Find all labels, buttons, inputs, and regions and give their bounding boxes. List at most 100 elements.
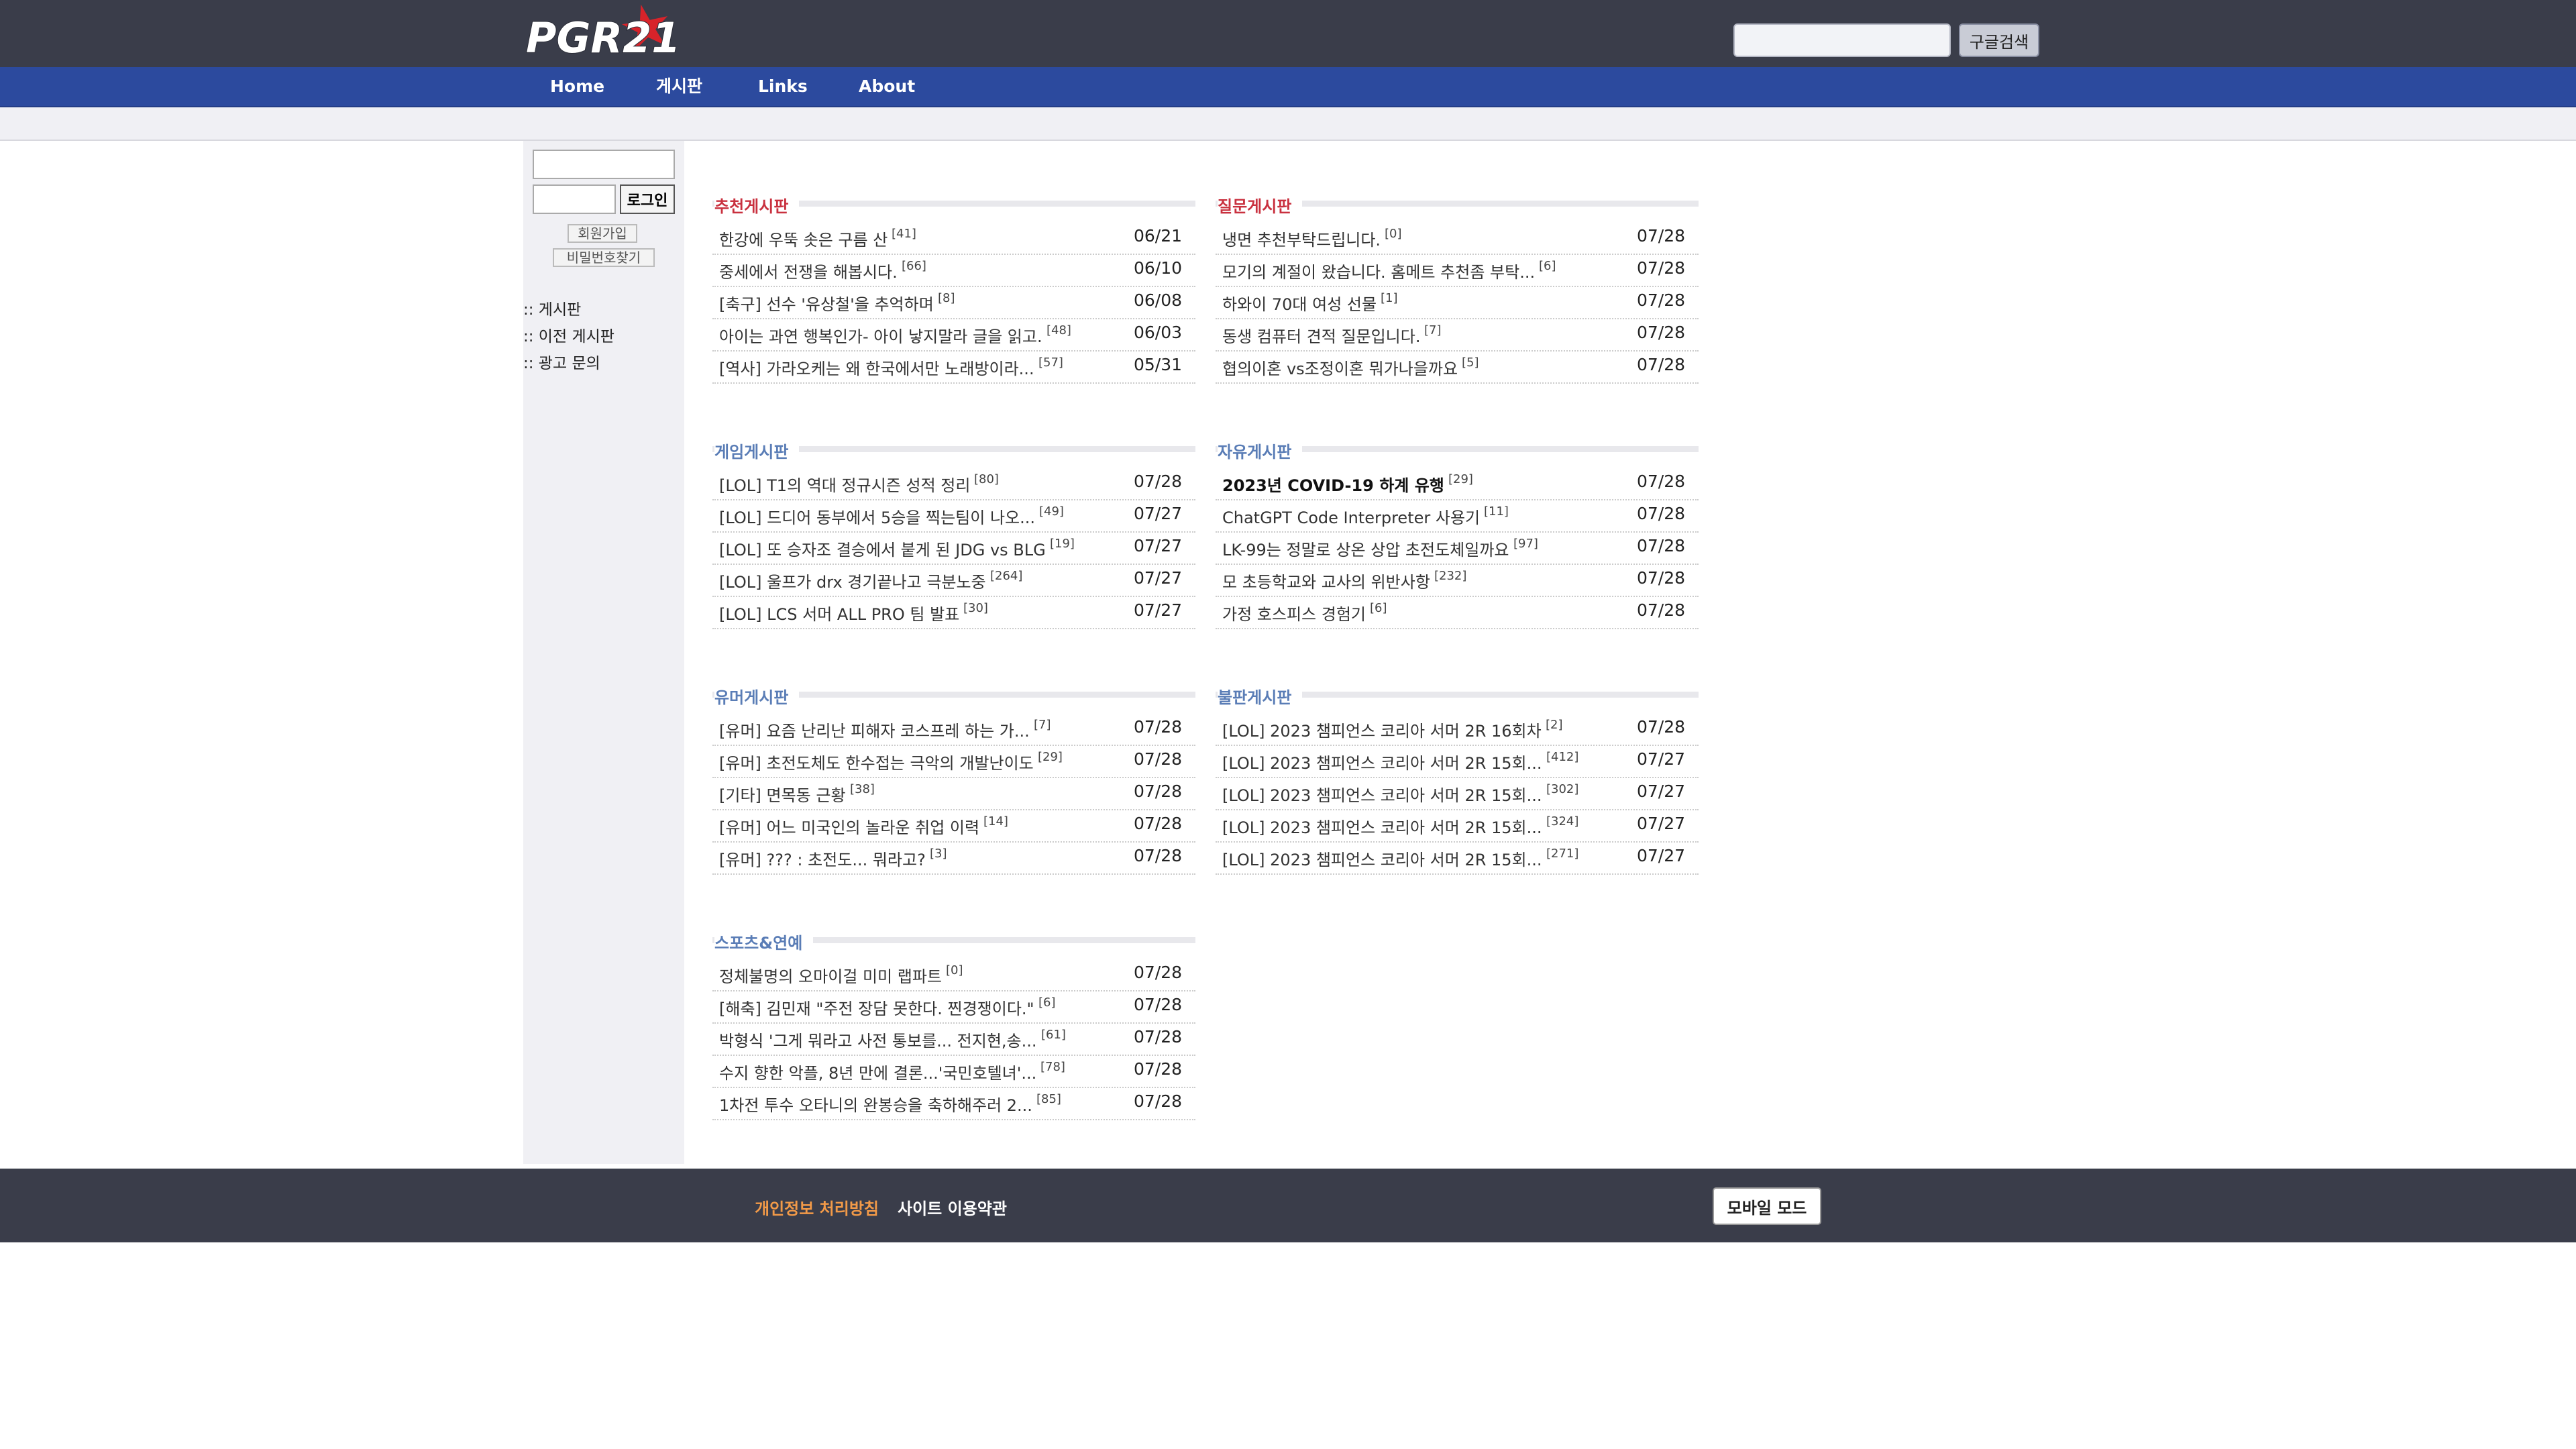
nav-item-about[interactable]: About — [859, 74, 915, 99]
post-row[interactable]: [유머] 초전도체도 한수접는 극악의 개발난이도 [29] 07/28 — [712, 746, 1195, 778]
login-button[interactable]: 로그인 — [620, 184, 675, 214]
post-row[interactable]: [LOL] 드디어 동부에서 5승을 찍는팀이 나오... [49] 07/27 — [712, 500, 1195, 533]
post-title[interactable]: 가정 호스피스 경험기 — [1222, 601, 1366, 625]
board-title[interactable]: 유머게시판 — [714, 684, 800, 708]
post-row[interactable]: [LOL] 울프가 drx 경기끝나고 극분노중 [264] 07/27 — [712, 565, 1195, 597]
post-title[interactable]: [LOL] 2023 챔피언스 코리아 서머 2R 15회... — [1222, 814, 1542, 838]
post-title[interactable]: 중세에서 전쟁을 해봅시다. — [719, 259, 898, 282]
post-title[interactable]: [LOL] 2023 챔피언스 코리아 서머 2R 15회... — [1222, 847, 1542, 870]
post-title[interactable]: [LOL] 2023 챔피언스 코리아 서머 2R 15회... — [1222, 750, 1542, 773]
post-title[interactable]: 모기의 계절이 왔습니다. 홈메트 추천좀 부탁... — [1222, 259, 1535, 282]
post-row[interactable]: 동생 컴퓨터 견적 질문입니다. [7] 07/28 — [1216, 319, 1699, 352]
comment-count: [0] — [946, 963, 963, 977]
post-title[interactable]: 2023년 COVID-19 하계 유행 — [1222, 472, 1444, 496]
post-row[interactable]: 모 초등학교와 교사의 위반사항 [232] 07/28 — [1216, 565, 1699, 597]
post-title[interactable]: [LOL] 울프가 drx 경기끝나고 극분노중 — [719, 569, 986, 592]
post-row[interactable]: 한강에 우뚝 솟은 구름 산 [41] 06/21 — [712, 223, 1195, 255]
site-logo[interactable]: PGR21 — [523, 3, 698, 64]
post-title[interactable]: [유머] 어느 미국인의 놀라운 취업 이력 — [719, 814, 979, 838]
board-title[interactable]: 질문게시판 — [1218, 193, 1303, 217]
post-row[interactable]: 수지 향한 악플, 8년 만에 결론...'국민호텔녀'... [78] 07/28 — [712, 1056, 1195, 1088]
sidebar-link-board[interactable]: :: 게시판 — [523, 297, 581, 319]
search-input[interactable] — [1733, 23, 1951, 57]
privacy-policy-link[interactable]: 개인정보 처리방침 — [755, 1195, 879, 1219]
post-row[interactable]: 협의이혼 vs조정이혼 뭐가나을까요 [5] 07/28 — [1216, 352, 1699, 384]
post-title[interactable]: [축구] 선수 '유상철'을 추억하며 — [719, 291, 934, 315]
post-title[interactable]: 박형식 '그게 뭐라고 사전 통보를... 전지현,송... — [719, 1028, 1037, 1051]
post-row[interactable]: [해축] 김민재 "주전 장담 못한다. 찐경쟁이다." [6] 07/28 — [712, 991, 1195, 1024]
board-title[interactable]: 자유게시판 — [1218, 439, 1303, 462]
post-row[interactable]: [유머] 요즘 난리난 피해자 코스프레 하는 가... [7] 07/28 — [712, 714, 1195, 746]
board-title[interactable]: 추천게시판 — [714, 193, 800, 217]
post-title[interactable]: [해축] 김민재 "주전 장담 못한다. 찐경쟁이다." — [719, 996, 1034, 1019]
post-title[interactable]: 정체불명의 오마이걸 미미 랩파트 — [719, 963, 942, 987]
post-row[interactable]: 박형식 '그게 뭐라고 사전 통보를... 전지현,송... [61] 07/28 — [712, 1024, 1195, 1056]
post-row[interactable]: [LOL] 2023 챔피언스 코리아 서머 2R 15회... [271] 07/… — [1216, 843, 1699, 875]
nav-item-home[interactable]: Home — [550, 74, 604, 99]
post-row[interactable]: [LOL] 2023 챔피언스 코리아 서머 2R 16회차 [2] 07/28 — [1216, 714, 1699, 746]
post-title[interactable]: [LOL] 2023 챔피언스 코리아 서머 2R 15회... — [1222, 782, 1542, 806]
post-title[interactable]: [LOL] T1의 역대 정규시즌 성적 정리 — [719, 472, 970, 496]
nav-item-links[interactable]: Links — [758, 74, 808, 99]
post-row[interactable]: [LOL] 2023 챔피언스 코리아 서머 2R 15회... [302] 07/… — [1216, 778, 1699, 810]
post-title[interactable]: 모 초등학교와 교사의 위반사항 — [1222, 569, 1430, 592]
post-row[interactable]: [LOL] 2023 챔피언스 코리아 서머 2R 15회... [412] 07/… — [1216, 746, 1699, 778]
find-password-button[interactable]: 비밀번호찾기 — [553, 248, 655, 267]
post-title[interactable]: 냉면 추천부탁드립니다. — [1222, 227, 1381, 250]
post-title[interactable]: [유머] 초전도체도 한수접는 극악의 개발난이도 — [719, 750, 1034, 773]
post-row[interactable]: 2023년 COVID-19 하계 유행 [29] 07/28 — [1216, 468, 1699, 500]
post-row[interactable]: 아이는 과연 행복인가- 아이 낳지말라 글을 읽고. [48] 06/03 — [712, 319, 1195, 352]
post-row[interactable]: [역사] 가라오케는 왜 한국에서만 노래방이라... [57] 05/31 — [712, 352, 1195, 384]
post-title[interactable]: 아이는 과연 행복인가- 아이 낳지말라 글을 읽고. — [719, 323, 1042, 347]
post-title[interactable]: ChatGPT Code Interpreter 사용기 — [1222, 504, 1480, 528]
board-title[interactable]: 불판게시판 — [1218, 684, 1303, 708]
post-row[interactable]: ChatGPT Code Interpreter 사용기 [11] 07/28 — [1216, 500, 1699, 533]
post-row[interactable]: [유머] 어느 미국인의 놀라운 취업 이력 [14] 07/28 — [712, 810, 1195, 843]
mobile-mode-button[interactable]: 모바일 모드 — [1713, 1187, 1821, 1225]
post-row[interactable]: 하와이 70대 여성 선물 [1] 07/28 — [1216, 287, 1699, 319]
post-title[interactable]: 하와이 70대 여성 선물 — [1222, 291, 1377, 315]
terms-of-use-link[interactable]: 사이트 이용약관 — [898, 1195, 1007, 1219]
post-row[interactable]: 1차전 투수 오타니의 완봉승을 축하해주러 2... [85] 07/28 — [712, 1088, 1195, 1120]
comment-count: [66] — [902, 259, 926, 273]
post-title[interactable]: 1차전 투수 오타니의 완봉승을 축하해주러 2... — [719, 1092, 1032, 1116]
login-id-input[interactable] — [533, 150, 675, 179]
sidebar-link-old-board[interactable]: :: 이전 게시판 — [523, 323, 614, 346]
post-title[interactable]: [기타] 면목동 근황 — [719, 782, 846, 806]
post-date: 07/28 — [1133, 749, 1182, 769]
post-row[interactable]: LK-99는 정말로 상온 상압 초전도체일까요 [97] 07/28 — [1216, 533, 1699, 565]
post-title[interactable]: [LOL] 2023 챔피언스 코리아 서머 2R 16회차 — [1222, 718, 1542, 741]
post-title[interactable]: 협의이혼 vs조정이혼 뭐가나을까요 — [1222, 356, 1458, 379]
post-row[interactable]: [LOL] 2023 챔피언스 코리아 서머 2R 15회... [324] 07/… — [1216, 810, 1699, 843]
post-row[interactable]: [LOL] 또 승자조 결승에서 붙게 된 JDG vs BLG [19] 07/2… — [712, 533, 1195, 565]
post-title[interactable]: 동생 컴퓨터 견적 질문입니다. — [1222, 323, 1420, 347]
sidebar-link-ad-inquiry[interactable]: :: 광고 문의 — [523, 350, 600, 373]
post-title[interactable]: [유머] 요즘 난리난 피해자 코스프레 하는 가... — [719, 718, 1030, 741]
post-row[interactable]: [LOL] LCS 서머 ALL PRO 팀 발표 [30] 07/27 — [712, 597, 1195, 629]
board-title[interactable]: 게임게시판 — [714, 439, 800, 462]
board-humor: 유머게시판 [유머] 요즘 난리난 피해자 코스프레 하는 가... [7] 07/… — [712, 680, 1195, 875]
post-row[interactable]: 모기의 계절이 왔습니다. 홈메트 추천좀 부탁... [6] 07/28 — [1216, 255, 1699, 287]
post-title[interactable]: [LOL] LCS 서머 ALL PRO 팀 발표 — [719, 601, 959, 625]
post-title[interactable]: [유머] ??? : 초전도... 뭐라고? — [719, 847, 926, 870]
signup-button[interactable]: 회원가입 — [568, 224, 637, 243]
post-title[interactable]: [LOL] 또 승자조 결승에서 붙게 된 JDG vs BLG — [719, 537, 1046, 560]
post-title[interactable]: 한강에 우뚝 솟은 구름 산 — [719, 227, 888, 250]
post-row[interactable]: 정체불명의 오마이걸 미미 랩파트 [0] 07/28 — [712, 959, 1195, 991]
login-password-input[interactable] — [533, 184, 616, 214]
board-title[interactable]: 스포츠&연예 — [714, 930, 814, 953]
post-row[interactable]: 가정 호스피스 경험기 [6] 07/28 — [1216, 597, 1699, 629]
post-title[interactable]: 수지 향한 악플, 8년 만에 결론...'국민호텔녀'... — [719, 1060, 1036, 1083]
post-row[interactable]: [유머] ??? : 초전도... 뭐라고? [3] 07/28 — [712, 843, 1195, 875]
nav-item-board[interactable]: 게시판 — [656, 74, 702, 99]
post-date: 06/10 — [1133, 258, 1182, 278]
post-row[interactable]: 냉면 추천부탁드립니다. [0] 07/28 — [1216, 223, 1699, 255]
post-title[interactable]: [LOL] 드디어 동부에서 5승을 찍는팀이 나오... — [719, 504, 1035, 528]
post-row[interactable]: [축구] 선수 '유상철'을 추억하며 [8] 06/08 — [712, 287, 1195, 319]
post-title[interactable]: LK-99는 정말로 상온 상압 초전도체일까요 — [1222, 537, 1509, 560]
post-row[interactable]: [기타] 면목동 근황 [38] 07/28 — [712, 778, 1195, 810]
post-title[interactable]: [역사] 가라오케는 왜 한국에서만 노래방이라... — [719, 356, 1034, 379]
google-search-button[interactable]: 구글검색 — [1959, 23, 2039, 57]
post-row[interactable]: 중세에서 전쟁을 해봅시다. [66] 06/10 — [712, 255, 1195, 287]
post-row[interactable]: [LOL] T1의 역대 정규시즌 성적 정리 [80] 07/28 — [712, 468, 1195, 500]
